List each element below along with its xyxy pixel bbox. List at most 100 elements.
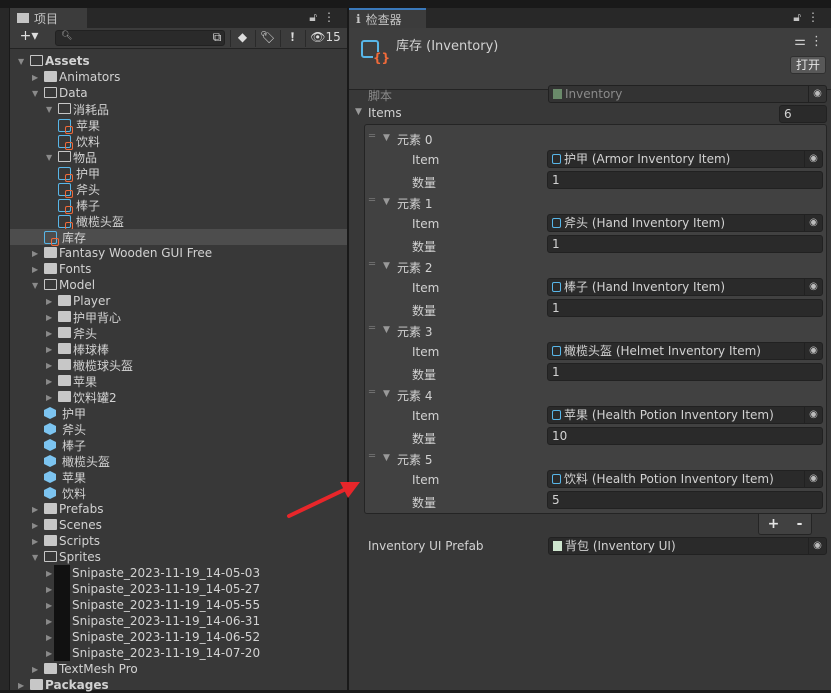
expand-arrow-down-icon[interactable]: ▼ xyxy=(46,153,56,162)
tree-item[interactable]: 护甲 xyxy=(10,405,347,421)
expand-arrow-right-icon[interactable]: ▶ xyxy=(32,665,42,674)
quantity-field[interactable]: 1 xyxy=(547,299,823,317)
lock-icon[interactable]: 🔓︎⋮ xyxy=(309,10,341,25)
settings-sliders-icon[interactable]: ⚌ ⋮ xyxy=(794,34,823,49)
quantity-field[interactable]: 10 xyxy=(547,427,823,445)
element-foldout-arrow[interactable]: ▼ xyxy=(383,325,390,335)
tree-item[interactable]: ▶ Fonts xyxy=(10,261,347,277)
tree-item[interactable]: ▶ 棒球棒 xyxy=(10,341,347,357)
quantity-field[interactable]: 5 xyxy=(547,491,823,509)
quantity-field[interactable]: 1 xyxy=(547,363,823,381)
search-window-icon[interactable]: ⧉ xyxy=(208,30,226,47)
tree-item[interactable]: ▶ Snipaste_2023-11-19_14-05-27 xyxy=(10,581,347,597)
tree-item[interactable]: 橄榄头盔 xyxy=(10,453,347,469)
element-foldout-arrow[interactable]: ▼ xyxy=(383,453,390,463)
label-tag-icon[interactable]: 🏷︎ xyxy=(255,30,279,47)
tree-item[interactable]: ▶ 苹果 xyxy=(10,373,347,389)
tree-item[interactable]: 棒子 xyxy=(10,437,347,453)
items-foldout-arrow[interactable]: ▼ xyxy=(355,107,362,117)
object-picker-icon[interactable]: ◉ xyxy=(804,215,822,231)
drag-handle-icon[interactable]: ═ xyxy=(369,451,375,462)
tree-item[interactable]: ▶ Animators xyxy=(10,69,347,85)
expand-arrow-right-icon[interactable]: ▶ xyxy=(32,249,42,258)
expand-arrow-right-icon[interactable]: ▶ xyxy=(32,505,42,514)
item-field[interactable]: 棒子 (Hand Inventory Item) ◉ xyxy=(547,278,823,296)
tree-item[interactable]: ▶ Snipaste_2023-11-19_14-06-52 xyxy=(10,629,347,645)
tree-item[interactable]: ▶ Snipaste_2023-11-19_14-05-55 xyxy=(10,597,347,613)
lock-icon[interactable]: 🔓︎⋮ xyxy=(793,10,825,25)
tree-item[interactable]: 棒子 xyxy=(10,197,347,214)
tree-item[interactable]: 斧头 xyxy=(10,181,347,198)
tree-item[interactable]: 护甲 xyxy=(10,165,347,182)
tree-item[interactable]: 橄榄头盔 xyxy=(10,213,347,230)
expand-arrow-right-icon[interactable]: ▶ xyxy=(32,537,42,546)
expand-arrow-down-icon[interactable]: ▼ xyxy=(32,553,42,562)
tree-item[interactable]: ▶ TextMesh Pro xyxy=(10,661,347,677)
item-field[interactable]: 护甲 (Armor Inventory Item) ◉ xyxy=(547,150,823,168)
drag-handle-icon[interactable]: ═ xyxy=(369,387,375,398)
tree-item[interactable]: ▶ 护甲背心 xyxy=(10,309,347,325)
expand-arrow-right-icon[interactable]: ▶ xyxy=(46,345,56,354)
create-button[interactable]: +▾ xyxy=(14,28,44,45)
expand-arrow-right-icon[interactable]: ▶ xyxy=(32,265,42,274)
remove-element-button[interactable]: - xyxy=(797,516,803,532)
prefab-field[interactable]: 背包 (Inventory UI) ◉ xyxy=(548,537,827,555)
expand-arrow-down-icon[interactable]: ▼ xyxy=(46,105,56,114)
item-field[interactable]: 苹果 (Health Potion Inventory Item) ◉ xyxy=(547,406,823,424)
tree-item[interactable]: 苹果 xyxy=(10,117,347,134)
tab-inspector[interactable]: ℹ︎ 检查器 xyxy=(349,8,426,28)
filter-type-icon[interactable]: ◆ xyxy=(230,30,254,47)
hidden-packages-toggle[interactable]: 👁︎15 xyxy=(305,30,345,47)
object-picker-icon[interactable]: ◉ xyxy=(808,86,826,102)
expand-arrow-right-icon[interactable]: ▶ xyxy=(46,377,56,386)
tree-item[interactable]: 库存 xyxy=(10,229,347,246)
tree-item[interactable]: ▶ Scripts xyxy=(10,533,347,549)
script-field[interactable]: Inventory ◉ xyxy=(548,85,827,103)
tree-item[interactable]: ▶ 饮料罐2 xyxy=(10,389,347,405)
object-picker-icon[interactable]: ◉ xyxy=(804,407,822,423)
tree-item[interactable]: 饮料 xyxy=(10,133,347,150)
item-field[interactable]: 橄榄头盔 (Helmet Inventory Item) ◉ xyxy=(547,342,823,360)
object-picker-icon[interactable]: ◉ xyxy=(804,279,822,295)
tree-item[interactable]: ▼ 消耗品 xyxy=(10,101,347,117)
open-button[interactable]: 打开 xyxy=(790,56,826,74)
expand-arrow-right-icon[interactable]: ▶ xyxy=(46,361,56,370)
tree-item[interactable]: ▶ Player xyxy=(10,293,347,309)
drag-handle-icon[interactable]: ═ xyxy=(369,131,375,142)
item-field[interactable]: 斧头 (Hand Inventory Item) ◉ xyxy=(547,214,823,232)
element-foldout-arrow[interactable]: ▼ xyxy=(383,261,390,271)
tree-item[interactable]: ▶ Fantasy Wooden GUI Free xyxy=(10,245,347,261)
object-picker-icon[interactable]: ◉ xyxy=(808,538,826,554)
expand-arrow-right-icon[interactable]: ▶ xyxy=(46,329,56,338)
item-field[interactable]: 饮料 (Health Potion Inventory Item) ◉ xyxy=(547,470,823,488)
expand-arrow-right-icon[interactable]: ▶ xyxy=(18,681,28,690)
expand-arrow-right-icon[interactable]: ▶ xyxy=(46,313,56,322)
tree-item[interactable]: ▶ 斧头 xyxy=(10,325,347,341)
tree-item[interactable]: ▶ Snipaste_2023-11-19_14-06-31 xyxy=(10,613,347,629)
element-foldout-arrow[interactable]: ▼ xyxy=(383,197,390,207)
tree-item[interactable]: ▼ Sprites xyxy=(10,549,347,565)
warning-icon[interactable]: ❗︎ xyxy=(280,30,304,47)
tree-item[interactable]: ▶ 橄榄球头盔 xyxy=(10,357,347,373)
tree-item[interactable]: ▼ 物品 xyxy=(10,149,347,165)
quantity-field[interactable]: 1 xyxy=(547,235,823,253)
tree-item[interactable]: ▼ Assets xyxy=(10,53,347,69)
expand-arrow-right-icon[interactable]: ▶ xyxy=(32,521,42,530)
expand-arrow-right-icon[interactable]: ▶ xyxy=(46,297,56,306)
quantity-field[interactable]: 1 xyxy=(547,171,823,189)
tree-item[interactable]: 斧头 xyxy=(10,421,347,437)
object-picker-icon[interactable]: ◉ xyxy=(804,151,822,167)
drag-handle-icon[interactable]: ═ xyxy=(369,195,375,206)
tree-item[interactable]: ▶ Packages xyxy=(10,677,347,693)
expand-arrow-right-icon[interactable]: ▶ xyxy=(32,73,42,82)
expand-arrow-down-icon[interactable]: ▼ xyxy=(32,281,42,290)
expand-arrow-down-icon[interactable]: ▼ xyxy=(32,89,42,98)
element-foldout-arrow[interactable]: ▼ xyxy=(383,133,390,143)
add-element-button[interactable]: + xyxy=(768,516,780,532)
tree-item[interactable]: ▼ Data xyxy=(10,85,347,101)
expand-arrow-right-icon[interactable]: ▶ xyxy=(46,393,56,402)
expand-arrow-down-icon[interactable]: ▼ xyxy=(18,57,28,66)
tree-item[interactable]: ▼ Model xyxy=(10,277,347,293)
drag-handle-icon[interactable]: ═ xyxy=(369,323,375,334)
tab-project[interactable]: 项目 xyxy=(10,8,87,28)
